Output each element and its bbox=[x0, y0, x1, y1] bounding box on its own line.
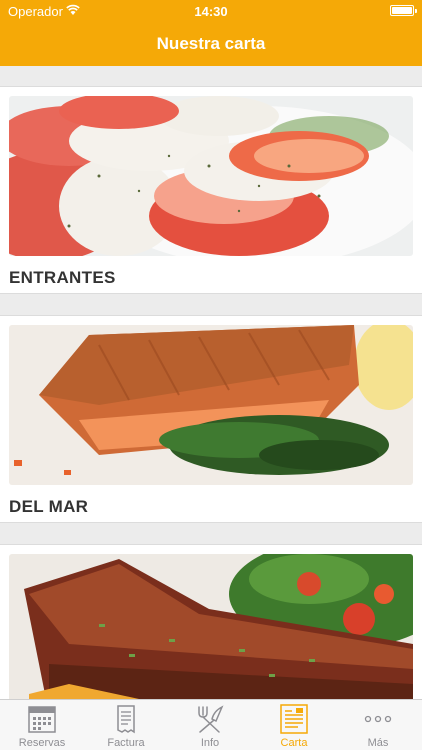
category-label: DEL MAR bbox=[9, 497, 89, 516]
tab-label: Factura bbox=[107, 737, 145, 749]
tab-mas[interactable]: Más bbox=[336, 700, 420, 750]
page-title: Nuestra carta bbox=[156, 34, 266, 53]
category-label: ENTRANTES bbox=[9, 268, 116, 287]
fork-knife-icon bbox=[198, 705, 224, 733]
grilled-salmon-image bbox=[9, 325, 413, 485]
tab-info[interactable]: Info bbox=[168, 700, 252, 750]
menu-category-list[interactable]: ENTRANTES DEL MAR bbox=[0, 66, 422, 699]
category-card-del-mar[interactable]: DEL MAR bbox=[0, 315, 422, 523]
navigation-bar: Operador 14:30 Nuestra carta bbox=[0, 0, 422, 66]
tab-carta[interactable]: Carta bbox=[252, 700, 336, 750]
more-icon bbox=[364, 715, 392, 723]
tab-label: Más bbox=[367, 737, 389, 749]
grilled-steak-image bbox=[9, 554, 413, 699]
caprese-salad-image bbox=[9, 96, 413, 256]
status-bar: Operador 14:30 bbox=[0, 0, 422, 22]
tab-label: Carta bbox=[280, 737, 308, 749]
category-card-carnes[interactable] bbox=[0, 544, 422, 699]
category-card-entrantes[interactable]: ENTRANTES bbox=[0, 86, 422, 294]
receipt-icon bbox=[117, 705, 135, 734]
tab-factura[interactable]: Factura bbox=[84, 700, 168, 750]
tab-label: Reservas bbox=[18, 737, 66, 749]
tab-label: Info bbox=[200, 737, 220, 749]
menu-icon bbox=[280, 704, 308, 734]
tab-reservas[interactable]: Reservas bbox=[0, 700, 84, 750]
clock: 14:30 bbox=[194, 4, 228, 19]
tab-bar: Reservas Factura Info Carta Más bbox=[0, 699, 422, 750]
battery-icon bbox=[390, 5, 417, 16]
calendar-icon bbox=[28, 706, 56, 733]
